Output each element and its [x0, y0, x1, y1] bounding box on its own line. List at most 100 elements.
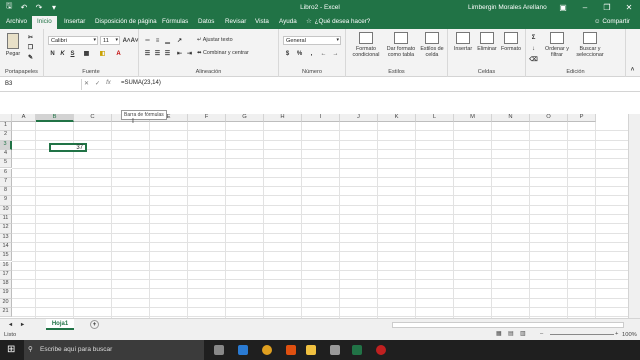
font-size-select[interactable]: 11 ▾	[100, 36, 120, 45]
underline-button[interactable]: S	[68, 49, 77, 58]
percent-icon[interactable]: %	[295, 49, 304, 58]
row-header-4[interactable]: 4	[0, 149, 12, 160]
add-sheet-button[interactable]: +	[90, 320, 99, 329]
increase-decimal-icon[interactable]: ←	[319, 49, 328, 58]
row-header-9[interactable]: 9	[0, 196, 12, 206]
tab-datos[interactable]: Datos	[198, 18, 214, 25]
align-middle-icon[interactable]: ≡	[153, 36, 162, 45]
row-header-8[interactable]: 8	[0, 187, 12, 197]
tell-me-box[interactable]: ☆ ¿Qué desea hacer?	[306, 18, 370, 25]
taskbar-search[interactable]: ⚲ Escribe aquí para buscar	[24, 340, 204, 360]
comma-icon[interactable]: ,	[307, 49, 316, 58]
row-header-11[interactable]: 11	[0, 215, 12, 225]
orientation-icon[interactable]: ↗	[175, 36, 184, 45]
copy-icon[interactable]: ❐	[26, 43, 35, 52]
row-header-7[interactable]: 7	[0, 177, 12, 188]
zoom-level[interactable]: 100%	[622, 332, 637, 338]
clear-icon[interactable]: ⌫	[529, 55, 538, 64]
tab-disposicion[interactable]: Disposición de página	[95, 18, 157, 25]
task-view-icon[interactable]	[214, 345, 224, 355]
close-icon[interactable]: ✕	[618, 0, 640, 15]
tab-ayuda[interactable]: Ayuda	[279, 18, 297, 25]
worksheet-grid[interactable]: ABCDEFGHIJKLMNOP 12345678910111213141516…	[0, 114, 640, 318]
insert-cells-button[interactable]: Insertar	[451, 32, 475, 52]
cut-icon[interactable]: ✂	[26, 33, 35, 42]
minimize-icon[interactable]: –	[574, 0, 596, 15]
column-header-j[interactable]: J	[340, 114, 378, 122]
name-box[interactable]: B3	[2, 79, 82, 90]
autosum-icon[interactable]: Σ	[529, 33, 538, 42]
font-name-select[interactable]: Calibri ▾	[48, 36, 98, 45]
align-center-icon[interactable]: ☰	[153, 49, 162, 58]
cell-styles-button[interactable]: Estilos de celda	[419, 32, 445, 58]
tab-inicio[interactable]: Inicio	[32, 16, 57, 29]
page-layout-icon[interactable]: ▤	[508, 331, 513, 337]
cancel-icon[interactable]: ✕	[84, 80, 89, 87]
column-header-g[interactable]: G	[226, 114, 264, 122]
tab-archivo[interactable]: Archivo	[6, 18, 27, 25]
prev-sheet-icon[interactable]: ◂	[6, 320, 15, 329]
row-header-19[interactable]: 19	[0, 289, 12, 299]
file-explorer-icon[interactable]	[306, 345, 316, 355]
normal-view-icon[interactable]: ▦	[496, 331, 501, 337]
decrease-indent-icon[interactable]: ⇤	[175, 49, 184, 58]
column-header-k[interactable]: K	[378, 114, 416, 122]
sort-filter-button[interactable]: Ordenar y filtrar	[542, 32, 572, 58]
increase-indent-icon[interactable]: ⇥	[185, 49, 194, 58]
vscode-icon[interactable]	[238, 345, 248, 355]
row-header-14[interactable]: 14	[0, 242, 12, 253]
row-header-5[interactable]: 5	[0, 159, 12, 169]
fill-icon[interactable]: ↓	[529, 44, 538, 53]
row-header-2[interactable]: 2	[0, 131, 12, 141]
row-header-16[interactable]: 16	[0, 261, 12, 271]
row-header-12[interactable]: 12	[0, 224, 12, 234]
italic-button[interactable]: K	[58, 49, 67, 58]
font-color-icon[interactable]: A	[114, 49, 123, 58]
row-header-13[interactable]: 13	[0, 233, 12, 243]
page-break-icon[interactable]: ▥	[520, 331, 525, 337]
zoom-slider[interactable]	[550, 334, 614, 335]
chrome-icon[interactable]	[262, 345, 272, 355]
align-right-icon[interactable]: ☰	[163, 49, 172, 58]
app-icon[interactable]	[286, 345, 296, 355]
column-header-a[interactable]: A	[12, 114, 36, 122]
column-header-h[interactable]: H	[264, 114, 302, 122]
format-as-table-button[interactable]: Dar formato como tabla	[384, 32, 418, 58]
column-header-b[interactable]: B	[36, 114, 74, 122]
tab-insertar[interactable]: Insertar	[64, 18, 85, 25]
windows-start-icon[interactable]: ⊞	[7, 344, 15, 355]
insert-function-icon[interactable]: fx	[106, 80, 111, 87]
column-header-c[interactable]: C	[74, 114, 112, 122]
column-header-i[interactable]: I	[302, 114, 340, 122]
align-bottom-icon[interactable]: ▁	[163, 36, 172, 45]
conditional-format-button[interactable]: Formato condicional	[349, 32, 383, 58]
merge-center-button[interactable]: ⬌ Combinar y centrar	[197, 50, 249, 56]
find-select-button[interactable]: Buscar y seleccionar	[574, 32, 606, 58]
row-header-3[interactable]: 3	[0, 140, 12, 150]
row-header-21[interactable]: 21	[0, 308, 12, 318]
decrease-decimal-icon[interactable]: →	[331, 49, 340, 58]
recording-icon[interactable]	[376, 345, 386, 355]
column-header-o[interactable]: O	[530, 114, 568, 122]
zoom-out-icon[interactable]: –	[540, 331, 543, 337]
number-format-select[interactable]: General ▾	[283, 36, 341, 45]
format-cells-button[interactable]: Formato	[499, 32, 523, 52]
paste-button[interactable]: Pegar	[4, 33, 22, 57]
column-header-n[interactable]: N	[492, 114, 530, 122]
decrease-font-icon[interactable]: A˅	[130, 36, 139, 45]
restore-icon[interactable]: ❒	[596, 0, 618, 15]
delete-cells-button[interactable]: Eliminar	[475, 32, 499, 52]
next-sheet-icon[interactable]: ▸	[18, 320, 27, 329]
currency-icon[interactable]: $	[283, 49, 292, 58]
wrap-text-button[interactable]: ↵ Ajustar texto	[197, 37, 233, 43]
row-header-18[interactable]: 18	[0, 280, 12, 290]
tab-formulas[interactable]: Fórmulas	[162, 18, 188, 25]
row-header-10[interactable]: 10	[0, 205, 12, 215]
selected-cell-b3[interactable]: 37	[49, 143, 87, 152]
column-header-p[interactable]: P	[568, 114, 596, 122]
bold-button[interactable]: N	[48, 49, 57, 58]
row-header-20[interactable]: 20	[0, 298, 12, 308]
excel-icon[interactable]	[352, 345, 362, 355]
column-header-m[interactable]: M	[454, 114, 492, 122]
tab-revisar[interactable]: Revisar	[225, 18, 246, 25]
